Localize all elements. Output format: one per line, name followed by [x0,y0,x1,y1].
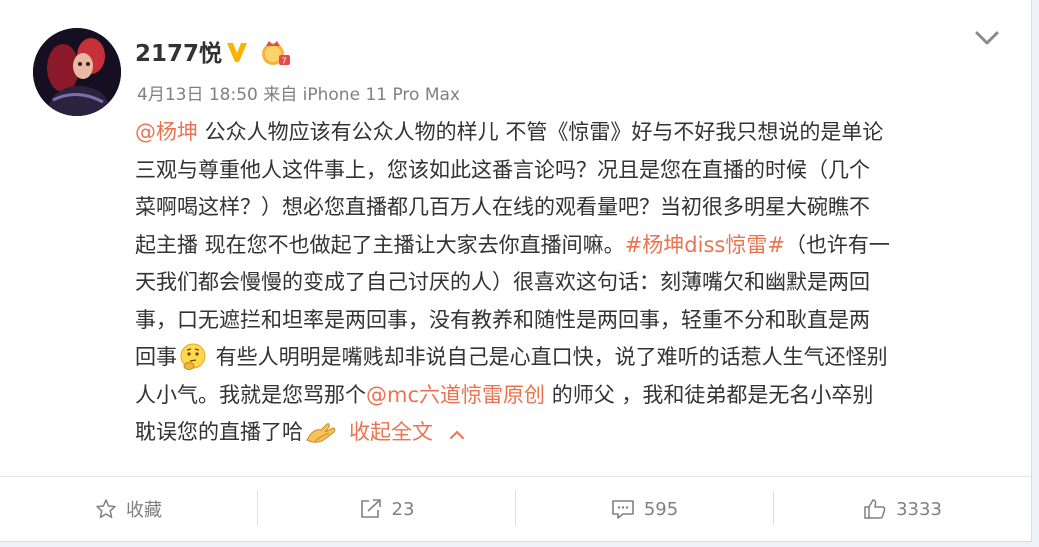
post-meta: 4月13日 18:50 来自 iPhone 11 Pro Max [137,82,460,108]
text-line: @杨坤 公众人物应该有公众人物的样儿 不管《惊雷》好与不好我只想说的是单论 [135,114,1007,152]
comment-button[interactable]: 595 [516,477,773,541]
author-name[interactable]: 2177悦 [135,38,222,70]
share-arrow-icon [360,499,381,518]
text-segment: 的师父 ，我和徒弟都是无名小卒别 [545,382,874,407]
post-time[interactable]: 4月13日 18:50 [137,85,258,105]
text-line: 回事 有些人明明是嘴贱却非说自己是心直口快，说了难听的话惹人生气还怪别 [135,339,1007,377]
source-prefix: 来自 [263,85,298,105]
text-line: 菜啊喝这样？）想必您直播都几百万人在线的观看量吧？当初很多明星大碗瞧不 [135,195,870,219]
collapse-label: 收起全文 [349,420,433,444]
post-source: iPhone 11 Pro Max [302,85,460,105]
thinking-face-emoji [180,343,206,370]
text-segment: （也许有一 [784,232,890,257]
text-segment: 回事 [135,345,177,369]
text-line: 人小气。我就是您骂那个@mc六道惊雷原创 的师父 ，我和徒弟都是无名小卒别 [135,377,1007,415]
text-segment: 有些人明明是嘴贱却非说自己是心直口快，说了难听的话惹人生气还怪别 [209,345,888,369]
member-crown-icon[interactable]: 7 [258,38,292,68]
repost-count: 23 [391,498,415,520]
thumbs-up-icon [864,499,886,519]
text-line: 事，口无遮拦和坦率是两回事，没有教养和随性是两回事，轻重不分和耿直是两 [135,307,870,332]
favorite-button[interactable]: 收藏 [0,477,257,541]
text-segment: 起主播 现在您不也做起了主播让大家去你直播间嘛。 [135,232,625,257]
star-icon [96,499,116,519]
repost-button[interactable]: 23 [258,477,515,541]
text-segment: 公众人物应该有公众人物的样儿 不管《惊雷》好与不好我只想说的是单论 [198,120,884,144]
avatar[interactable] [33,28,121,116]
text-line: 三观与尊重他人这件事上，您该如此这番言论吗？况且是您在直播的时候（几个 [135,157,870,182]
text-segment: 耽误您的直播了哈 [135,420,303,444]
chevron-up-icon [450,430,464,439]
comment-count: 595 [643,498,679,520]
post-text: @杨坤 公众人物应该有公众人物的样儿 不管《惊雷》好与不好我只想说的是单论 三观… [135,114,1007,452]
topic-link[interactable]: #杨坤diss惊雷# [625,233,785,257]
text-line: 耽误您的直播了哈 收起全文 [135,414,1007,452]
text-segment: 人小气。我就是您骂那个 [135,382,366,407]
like-count: 3333 [896,498,942,520]
text-line: 起主播 现在您不也做起了主播让大家去你直播间嘛。#杨坤diss惊雷#（也许有一 [135,227,1007,265]
clap-hands-emoji [306,423,336,443]
chevron-down-icon[interactable] [972,26,1002,50]
text-line: 天我们都会慢慢的变成了自己讨厌的人）很喜欢这句话：刻薄嘴欠和幽默是两回 [135,270,870,294]
comment-bubble-icon [612,500,634,519]
mention-link[interactable]: @mc六道惊雷原创 [366,383,545,407]
mention-link[interactable]: @杨坤 [135,120,198,144]
favorite-label: 收藏 [126,500,162,521]
collapse-text-link[interactable]: 收起全文 [349,420,465,444]
like-button[interactable]: 3333 [774,477,1031,541]
svg-text:7: 7 [282,57,287,66]
verified-v-icon [227,43,247,62]
weibo-post-card: 2177悦 7 4月13日 18:50 来自 iPhone 11 Pro Max… [0,0,1032,542]
